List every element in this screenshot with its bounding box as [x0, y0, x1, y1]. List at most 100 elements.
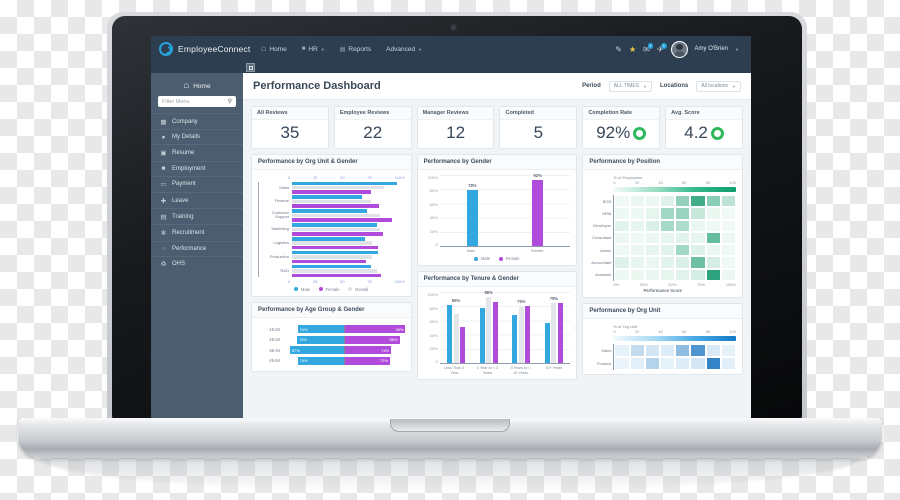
legend-item-female[interactable]: Female	[319, 287, 339, 292]
bar-female	[557, 302, 563, 364]
sidebar-item-training[interactable]: ▤ Training	[151, 208, 243, 224]
y-tick: 0	[435, 241, 438, 247]
bar-group: R&D	[259, 264, 405, 278]
heatmap-row	[614, 344, 736, 357]
heatmap-cell	[629, 231, 645, 245]
message-icon[interactable]: ✉ 1	[643, 42, 653, 54]
building-icon: ▦	[160, 118, 167, 126]
bar-group: 78%	[466, 183, 478, 246]
legend-swatch	[319, 287, 323, 292]
y-axis: 100% 80% 60% 40% 20% 0	[424, 292, 440, 364]
main-nav: ☖ Home ■ HR ▼ ▤ Reports Advanced ▼	[261, 46, 422, 53]
heatmap-cell	[614, 344, 630, 357]
sidebar-item-label: Company	[172, 118, 198, 125]
row-label: Sales	[601, 348, 612, 353]
shield-icon: ♻	[160, 261, 167, 269]
locations-label: Locations	[660, 83, 689, 89]
x-tick-label: 10+ Years	[545, 366, 563, 371]
nav-item-reports[interactable]: ▤ Reports	[340, 46, 371, 53]
book-icon: ▤	[160, 213, 167, 221]
female-side: 72%	[344, 356, 405, 365]
sidebar-filter-input[interactable]: Filter Menu ⚲	[158, 96, 236, 107]
heatmap-cell	[720, 231, 736, 245]
legend-item-overall[interactable]: Overall	[348, 287, 368, 292]
chart-body: 0 25 50 75 100% Sales Finance Customer Sup…	[252, 170, 411, 296]
heatmap-cell	[644, 219, 660, 232]
sidebar-item-performance[interactable]: ○ Performance	[151, 240, 243, 256]
heatmap-cell	[690, 231, 706, 245]
avatar[interactable]	[670, 40, 688, 58]
legend-label: Overall	[354, 286, 369, 292]
sidebar-item-my-details[interactable]: ● My Details	[151, 129, 243, 144]
heatmap-cell	[675, 244, 691, 257]
kpi-card-avg-score: Avg. Score 4.2	[665, 106, 743, 149]
chart-body: 100% 80% 60% 40% 20% 0 65% 88% 75% 79% L…	[418, 287, 577, 379]
chart-body: 15-24 74% 98% 25-34 75% 88% 35-44 87% 74% 45-54 74…	[252, 318, 411, 372]
screenshot-stage: EmployeeConnect ☖ Home ■ HR ▼ ▤ Reports …	[0, 0, 900, 500]
pencil-icon[interactable]: ✎	[615, 45, 622, 54]
heatmap-cell	[644, 344, 660, 357]
sidebar-item-company[interactable]: ▦ Company	[151, 113, 243, 129]
x-tick-label: Female	[530, 249, 544, 253]
category-label: 25-34	[269, 337, 280, 343]
heatmap-cell	[690, 195, 706, 208]
heatmap-cell	[720, 195, 736, 208]
sidebar-item-label: Resume	[172, 149, 195, 156]
star-icon[interactable]: ★	[629, 45, 636, 54]
heatmap-cell	[614, 207, 630, 220]
chart-title: Performance by Org Unit & Gender	[252, 155, 411, 170]
brand[interactable]: EmployeeConnect	[159, 42, 251, 56]
sidebar-item-recruitment[interactable]: ✻ Recruitment	[151, 224, 243, 240]
legend-item-female[interactable]: Female	[499, 256, 520, 261]
category-label: Production	[269, 253, 289, 259]
vertical-bar-chart: 100% 80% 60% 40% 20% 0 65% 88% 75% 79%	[424, 290, 571, 365]
sidebar-item-payment[interactable]: ▭ Payment	[151, 175, 243, 192]
nav-item-advanced[interactable]: Advanced ▼	[386, 46, 422, 53]
period-select[interactable]: ALL TIMES ▼	[608, 80, 652, 92]
sidebar-item-home[interactable]: ☖ Home	[151, 79, 243, 96]
chevron-down-icon[interactable]: ▼	[735, 47, 739, 52]
bar-overall	[292, 227, 380, 232]
heatmap-cell	[629, 344, 645, 357]
x-axis-top: 0 25 50 75 100%	[258, 175, 405, 180]
category-label: R&D	[280, 267, 289, 273]
heatmap-cell	[675, 195, 691, 208]
sidebar-home-label: Home	[193, 82, 211, 90]
heatmap-row	[614, 268, 736, 281]
heatmap-cell	[629, 207, 645, 220]
color-scale-bar	[613, 336, 737, 341]
bell-icon[interactable]: ✈ 1	[657, 42, 667, 54]
row-label: Accountant	[591, 260, 612, 266]
legend-item-male[interactable]: Male	[474, 256, 490, 261]
sidebar-item-employment[interactable]: ■ Employment	[151, 160, 243, 176]
chart-body: % of Org Unit 0 20 40 60 80 100 Sales Fi…	[583, 319, 742, 374]
bar-overall	[453, 314, 459, 364]
heatmap-cell	[705, 219, 721, 232]
bar-male: 75%	[296, 335, 344, 344]
sidebar-toggle-button[interactable]	[246, 63, 255, 72]
female-side: 88%	[344, 335, 405, 344]
row-labels: BOD HRM Developer Consultant Admin Accountant…	[589, 195, 613, 281]
male-side: 75%	[284, 335, 344, 344]
locations-select[interactable]: All locations ▼	[696, 80, 741, 92]
legend-item-male[interactable]: Male	[294, 287, 310, 292]
data-label: 75%	[517, 299, 526, 305]
kpi-card-all-reviews: All Reviews 35	[251, 106, 329, 149]
sidebar-item-label: OHS	[172, 261, 186, 268]
legend-tick: 20	[634, 329, 640, 334]
sidebar-item-label: Performance	[172, 245, 207, 252]
heatmap-cell	[659, 244, 676, 257]
legend-tick: 20	[634, 180, 640, 185]
sidebar-item-ohs[interactable]: ♻ OHS	[151, 255, 243, 272]
chart-title: Performance by Tenure & Gender	[417, 272, 577, 288]
sidebar-item-leave[interactable]: ✚ Leave	[151, 191, 243, 208]
bar-stack	[292, 209, 405, 222]
sidebar-item-resume[interactable]: ▣ Resume	[151, 144, 243, 160]
kpi-card-completion-rate: Completion Rate 92%	[582, 106, 661, 149]
laptop-reflection	[40, 458, 860, 492]
nav-item-home[interactable]: ☖ Home	[261, 46, 287, 53]
kpi-label: Avg. Score	[666, 107, 742, 120]
nav-item-hr[interactable]: ■ HR ▼	[302, 46, 325, 53]
legend-tick: 100	[729, 180, 737, 185]
kpi-value-wrap: 4.2	[666, 120, 742, 148]
